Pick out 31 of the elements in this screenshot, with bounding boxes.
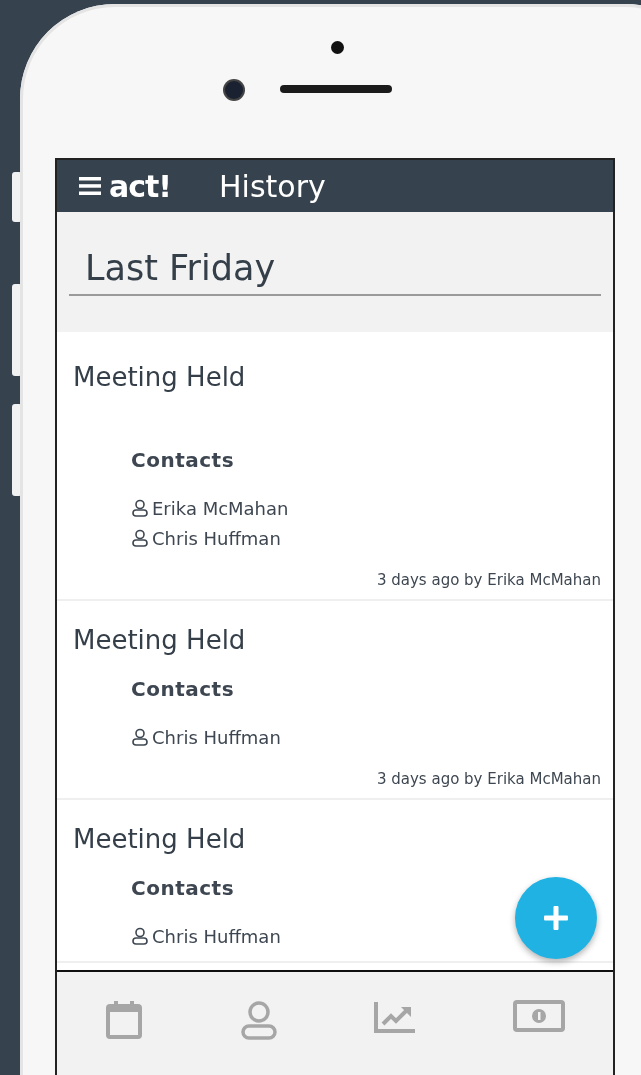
contacts-label: Contacts bbox=[131, 677, 236, 701]
contact-link[interactable]: Chris Huffman bbox=[152, 726, 281, 748]
person-icon bbox=[131, 529, 149, 547]
camera-icon bbox=[225, 81, 243, 99]
plus-icon bbox=[543, 905, 569, 931]
page-title: History bbox=[219, 168, 326, 204]
app-logo: act! bbox=[109, 168, 172, 204]
entry-timestamp: 3 days ago by Erika McMahan bbox=[375, 770, 601, 788]
menu-icon[interactable] bbox=[79, 176, 101, 196]
add-button[interactable] bbox=[515, 877, 597, 959]
person-icon bbox=[131, 927, 149, 945]
person-icon[interactable] bbox=[239, 1000, 278, 1040]
history-card[interactable]: Meeting Held Contacts Erika McMahan Chris Huffman 3 days ago by Erika McMahan bbox=[57, 332, 613, 601]
sensor-icon bbox=[331, 41, 344, 54]
calendar-icon[interactable] bbox=[105, 1000, 144, 1040]
entry-title: Meeting Held bbox=[73, 824, 247, 854]
contacts-label: Contacts bbox=[131, 448, 236, 472]
contact-link[interactable]: Erika McMahan bbox=[152, 497, 289, 519]
banknote-icon[interactable] bbox=[512, 1000, 565, 1032]
section-heading: Last Friday bbox=[69, 248, 601, 296]
speaker-icon bbox=[280, 85, 392, 93]
contacts-label: Contacts bbox=[131, 876, 236, 900]
person-icon bbox=[131, 728, 149, 746]
entry-title: Meeting Held bbox=[73, 625, 247, 655]
chart-icon[interactable] bbox=[374, 1000, 417, 1034]
entry-timestamp: 3 days ago by Erika McMahan bbox=[375, 571, 601, 589]
entry-title: Meeting Held bbox=[73, 362, 247, 392]
history-card[interactable]: Meeting Held Contacts Chris Huffman 3 days ago by Erika McMahan bbox=[57, 601, 613, 800]
person-icon bbox=[131, 499, 149, 517]
contact-link[interactable]: Chris Huffman bbox=[152, 527, 281, 549]
contact-link[interactable]: Chris Huffman bbox=[152, 925, 281, 947]
